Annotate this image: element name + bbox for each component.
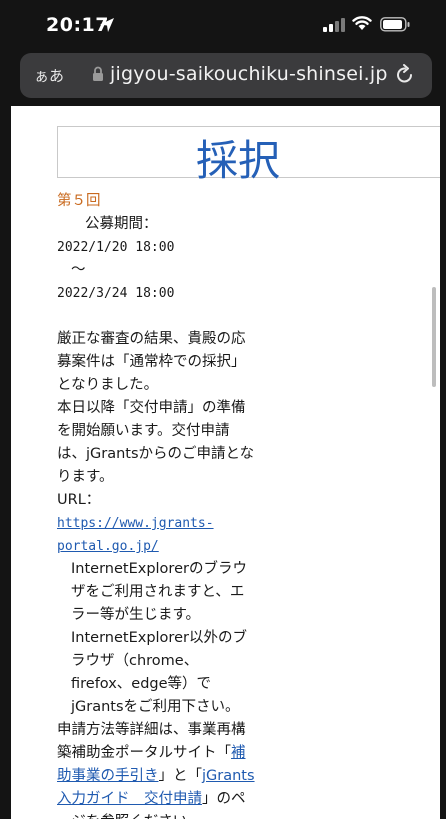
next-steps-paragraph: 本日以降「交付申請」の準備を開始願います。交付申請は、jGrantsからのご申請… (57, 400, 255, 485)
jgrants-link[interactable]: https://www.jgrants-portal.go.jp/ (57, 516, 214, 554)
scrollbar[interactable] (432, 287, 436, 387)
lock-icon (93, 66, 103, 81)
text-size-button[interactable]: ぁあ (34, 65, 64, 86)
page-title: 採択 (196, 136, 281, 185)
reload-icon[interactable] (395, 64, 415, 86)
url-prefix: URL： (57, 492, 101, 508)
ie-warning: InternetExplorerのブラウザをご利用されますと、エラー等が生じます… (71, 561, 247, 623)
address-bar[interactable]: ぁあ jigyou-saikouchiku-shinsei.jp (20, 53, 432, 98)
guide-paragraph: 申請方法等詳細は、事業再構築補助金ポータルサイト「補助事業の手引き」と「jGra… (57, 719, 255, 819)
period-start: 2022/1/20 18:00 (57, 240, 175, 255)
period-end: 2022/3/24 18:00 (57, 286, 175, 301)
period-label: 公募期間： (85, 216, 158, 232)
location-arrow-icon (100, 18, 114, 32)
url-line: URL： https://www.jgrants-portal.go.jp/ (57, 489, 255, 558)
status-bar: 20:17 (0, 0, 446, 48)
period-separator: ～ (71, 262, 86, 278)
web-page[interactable]: 採択 第５回 公募期間： 2022/1/20 18:00 ～ 2022/3/24… (11, 106, 440, 819)
title-box: 採択 (57, 126, 440, 185)
guide-mid: 」と「 (158, 768, 203, 784)
round-label: 第５回 (57, 193, 101, 209)
url-text[interactable]: jigyou-saikouchiku-shinsei.jp (110, 63, 388, 85)
guide-prefix: 申請方法等詳細は、事業再構築補助金ポータルサイト「 (57, 722, 246, 761)
battery-icon (380, 17, 410, 32)
cellular-signal-icon (323, 18, 345, 32)
main-content: 第５回 公募期間： 2022/1/20 18:00 ～ 2022/3/24 18… (57, 190, 255, 819)
wifi-icon (352, 16, 372, 30)
result-paragraph: 厳正な審査の結果、貴殿の応募案件は「通常枠での採択」となりました。 (57, 331, 246, 393)
browser-recommendation: InternetExplorer以外のブラウザ（chrome、firefox、e… (71, 630, 247, 715)
